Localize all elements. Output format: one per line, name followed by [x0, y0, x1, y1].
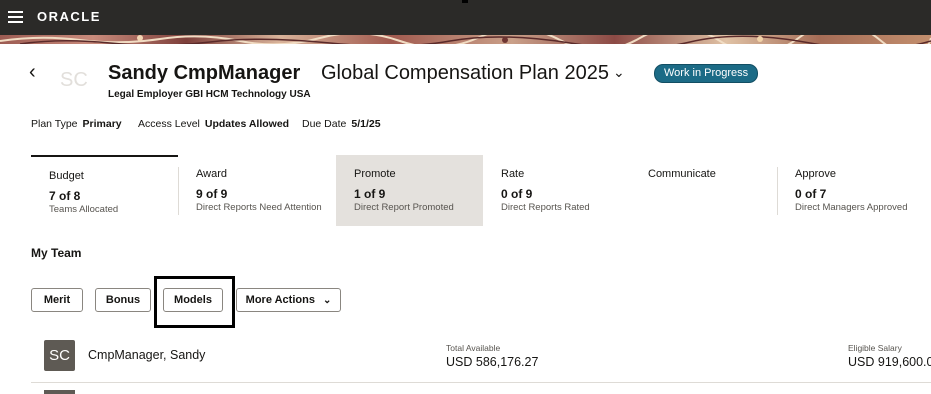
tab-subtitle: Direct Reports Rated: [501, 202, 590, 213]
employee-name-link[interactable]: CmpManager, Sandy: [88, 348, 205, 362]
decorative-banner: [0, 35, 931, 44]
total-available-value: USD 586,176.27: [446, 355, 539, 369]
tab-divider: [777, 167, 778, 215]
tab-subtitle: Direct Reports Need Attention: [196, 202, 322, 213]
tab-budget[interactable]: Budget 7 of 8 Teams Allocated: [31, 155, 178, 228]
task-tabs: Budget 7 of 8 Teams Allocated Award 9 of…: [31, 155, 931, 226]
more-actions-button[interactable]: More Actions ⌄: [236, 288, 341, 312]
tab-subtitle: Direct Report Promoted: [354, 202, 454, 213]
chevron-left-icon: ‹: [29, 61, 36, 83]
due-date-value: 5/1/25: [351, 118, 381, 130]
global-header: ORACLE: [0, 0, 931, 35]
back-button[interactable]: ‹: [29, 62, 36, 82]
plan-type: Plan Type Primary: [31, 118, 122, 130]
models-button[interactable]: Models: [163, 288, 223, 312]
tab-value: 0 of 7: [795, 187, 827, 201]
tab-divider: [178, 167, 179, 215]
tab-value: 0 of 9: [501, 187, 533, 201]
avatar: SC: [44, 340, 75, 371]
access-level-value: Updates Allowed: [204, 118, 290, 130]
eligible-salary-label: Eligible Salary: [848, 343, 902, 353]
tab-title: Approve: [795, 168, 836, 180]
bonus-button[interactable]: Bonus: [95, 288, 151, 312]
access-level: Access Level Updates Allowed: [138, 118, 289, 130]
chevron-down-icon: ⌄: [322, 295, 332, 306]
plan-name: Global Compensation Plan 2025: [321, 62, 609, 84]
person-name: Sandy CmpManager: [108, 62, 301, 84]
tab-title: Communicate: [648, 168, 716, 180]
plan-type-label: Plan Type: [31, 118, 78, 130]
tab-title: Budget: [49, 170, 84, 182]
merit-button[interactable]: Merit: [31, 288, 83, 312]
menu-icon[interactable]: [8, 10, 23, 23]
person-avatar: SC: [60, 69, 88, 91]
plan-selector[interactable]: Global Compensation Plan 2025 ⌄: [321, 62, 625, 85]
total-available-label: Total Available: [446, 343, 501, 353]
tab-value: 7 of 8: [49, 189, 81, 203]
tab-title: Award: [196, 168, 227, 180]
tab-subtitle: Teams Allocated: [49, 204, 119, 215]
due-date: Due Date 5/1/25: [302, 118, 381, 130]
chevron-down-icon: ⌄: [612, 64, 625, 80]
eligible-salary-value: USD 919,600.0: [848, 355, 931, 369]
tab-promote[interactable]: Promote 1 of 9 Direct Report Promoted: [336, 155, 483, 226]
tab-award[interactable]: Award 9 of 9 Direct Reports Need Attenti…: [178, 155, 325, 226]
legal-employer: Legal Employer GBI HCM Technology USA: [108, 89, 311, 100]
tab-approve[interactable]: Approve 0 of 7 Direct Managers Approved: [777, 155, 924, 226]
row-divider: [31, 382, 931, 383]
tab-value: 1 of 9: [354, 187, 386, 201]
tab-communicate[interactable]: Communicate: [630, 155, 777, 226]
tab-subtitle: Direct Managers Approved: [795, 202, 908, 213]
tab-rate[interactable]: Rate 0 of 9 Direct Reports Rated: [483, 155, 630, 226]
due-date-label: Due Date: [302, 118, 347, 130]
plan-type-value: Primary: [82, 118, 122, 130]
access-level-label: Access Level: [138, 118, 200, 130]
header-marker: [462, 0, 468, 3]
tab-title: Promote: [354, 168, 396, 180]
tab-title: Rate: [501, 168, 525, 180]
my-team-heading: My Team: [31, 246, 82, 260]
tab-value: 9 of 9: [196, 187, 228, 201]
more-actions-label: More Actions: [245, 294, 315, 306]
avatar: [44, 390, 75, 394]
status-badge: Work in Progress: [654, 64, 759, 83]
oracle-logo: ORACLE: [37, 9, 101, 24]
